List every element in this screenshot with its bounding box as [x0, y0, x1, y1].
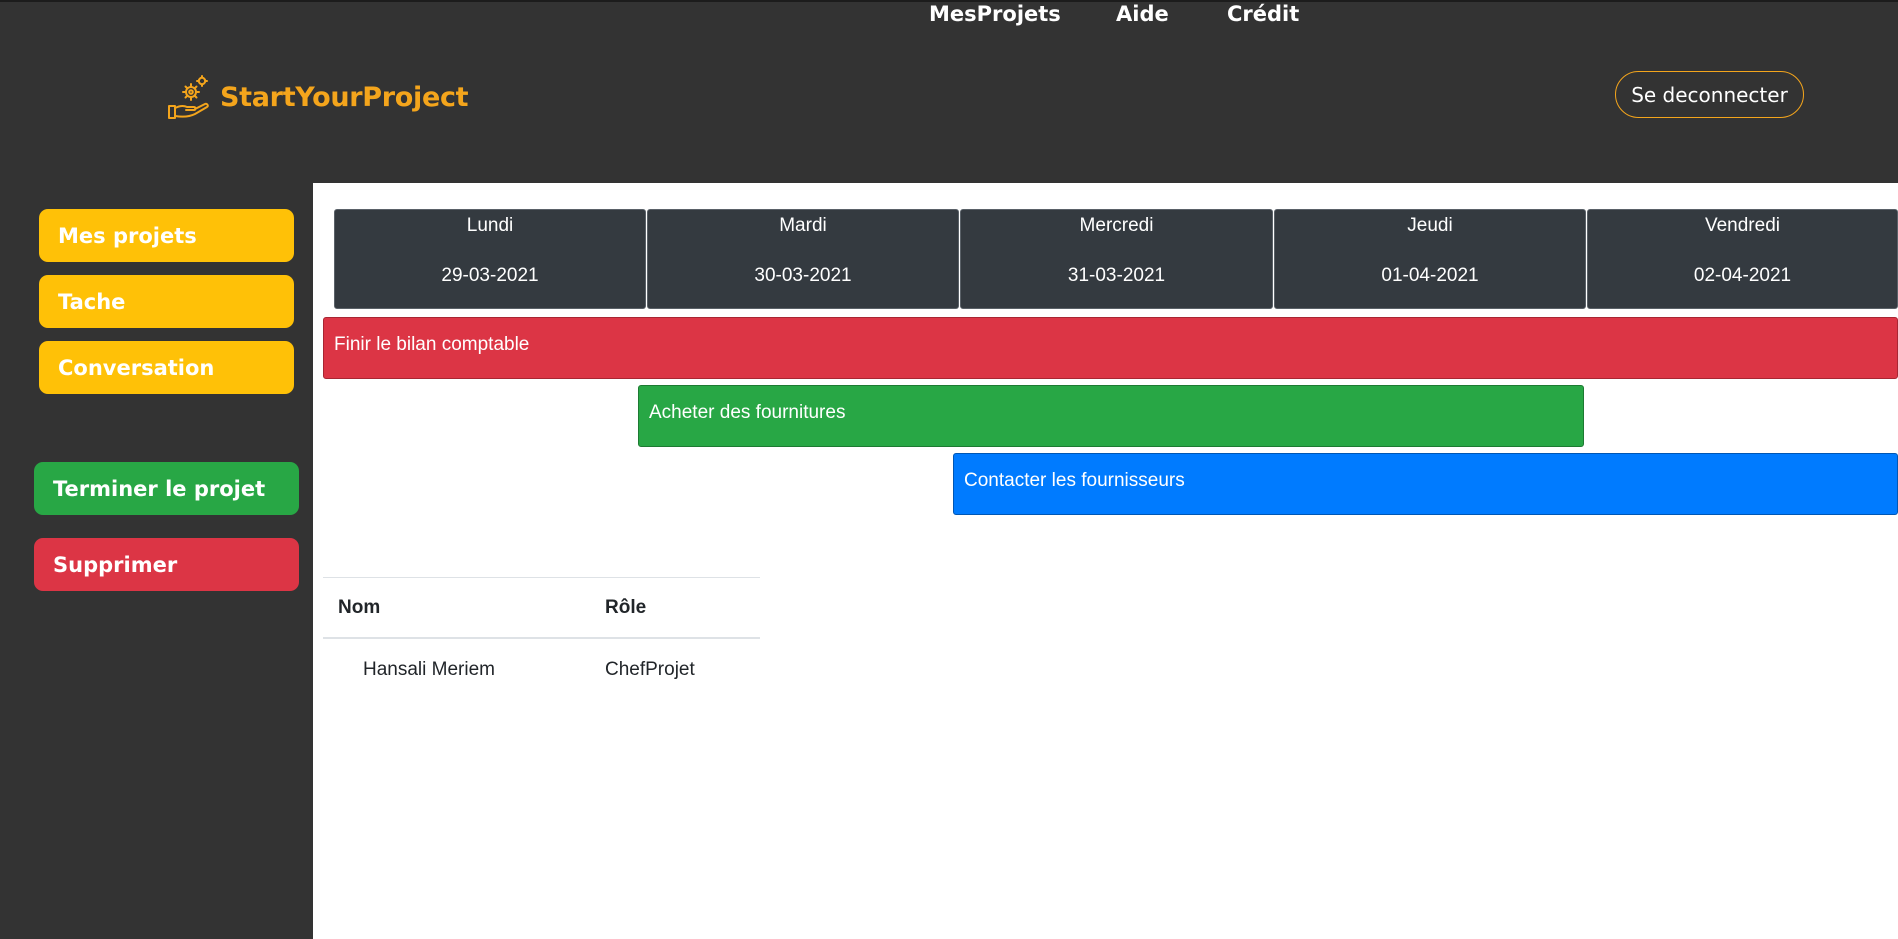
nav-link-mesprojets[interactable]: MesProjets	[929, 2, 1061, 26]
day-date: 02-04-2021	[1693, 265, 1792, 286]
day-header: Mercredi 31-03-2021	[960, 209, 1273, 309]
main-content: Lundi 29-03-2021 Mardi 30-03-2021 Mercre…	[313, 183, 1898, 939]
hand-gears-icon	[168, 75, 209, 119]
day-date: 30-03-2021	[754, 265, 852, 286]
day-name: Lundi	[466, 215, 514, 236]
member-name: Hansali Meriem	[363, 659, 495, 680]
column-header-name: Nom	[338, 597, 381, 618]
sidebar-item-mes-projets[interactable]: Mes projets	[39, 209, 294, 262]
logout-button[interactable]: Se deconnecter	[1615, 71, 1804, 118]
table-divider	[323, 637, 760, 639]
task-bar[interactable]: Finir le bilan comptable	[323, 317, 1898, 379]
day-name: Vendredi	[1704, 215, 1780, 236]
column-header-role: Rôle	[605, 597, 647, 618]
nav-link-credit[interactable]: Crédit	[1227, 2, 1299, 26]
table-divider	[323, 577, 760, 578]
day-header: Jeudi 01-04-2021	[1274, 209, 1586, 309]
day-header: Vendredi 02-04-2021	[1587, 209, 1898, 309]
day-name: Jeudi	[1407, 215, 1453, 236]
task-bar[interactable]: Contacter les fournisseurs	[953, 453, 1898, 515]
top-navbar: StartYourProject MesProjets Aide Crédit …	[0, 0, 1898, 183]
day-date: 31-03-2021	[1067, 265, 1166, 286]
nav-link-aide[interactable]: Aide	[1116, 2, 1169, 26]
day-header: Mardi 30-03-2021	[647, 209, 959, 309]
day-date: 01-04-2021	[1381, 265, 1479, 286]
day-date: 29-03-2021	[441, 265, 539, 286]
delete-project-button[interactable]: Supprimer	[34, 538, 299, 591]
sidebar-item-conversation[interactable]: Conversation	[39, 341, 294, 394]
day-header: Lundi 29-03-2021	[334, 209, 646, 309]
task-bar[interactable]: Acheter des fournitures	[638, 385, 1584, 447]
day-name: Mercredi	[1079, 215, 1154, 236]
brand-name: StartYourProject	[220, 81, 469, 113]
sidebar-item-tache[interactable]: Tache	[39, 275, 294, 328]
brand[interactable]: StartYourProject	[166, 74, 469, 120]
member-role: ChefProjet	[605, 659, 695, 680]
day-name: Mardi	[779, 215, 827, 236]
finish-project-button[interactable]: Terminer le projet	[34, 462, 299, 515]
